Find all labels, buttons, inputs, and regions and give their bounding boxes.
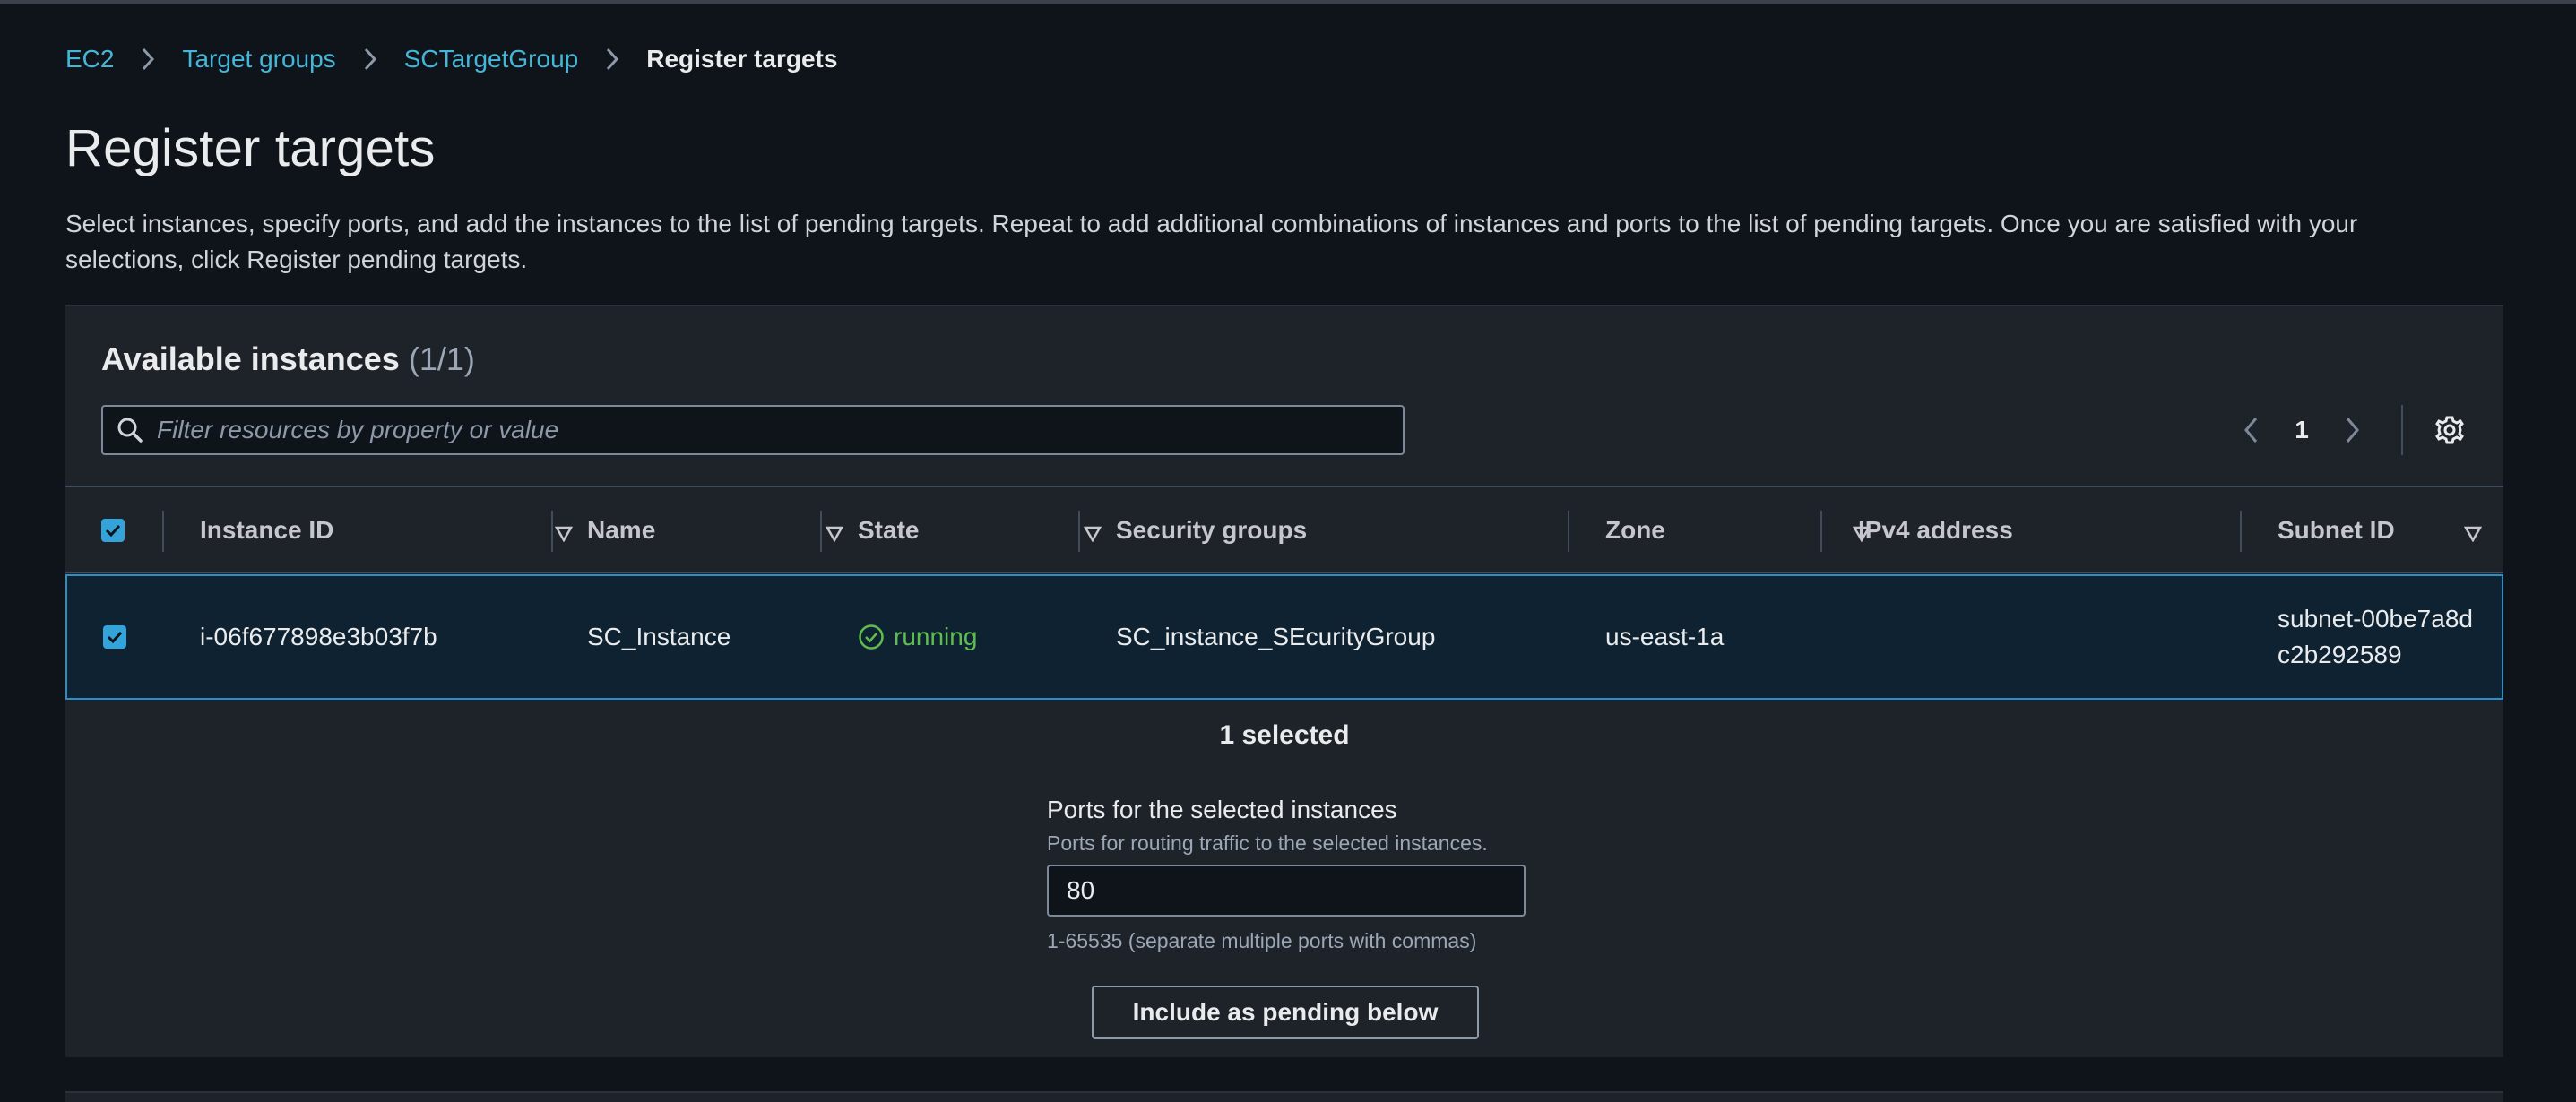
- cell-instance-id: i-06f677898e3b03f7b: [200, 623, 437, 650]
- row-checkbox[interactable]: [103, 576, 126, 698]
- chevron-right-icon: [130, 43, 166, 75]
- column-header-subnet-id[interactable]: Subnet ID: [2278, 487, 2503, 573]
- ports-description: Ports for routing traffic to the selecte…: [1047, 831, 1488, 855]
- chevron-right-icon: [352, 43, 388, 75]
- ports-input[interactable]: [1047, 865, 1526, 917]
- cell-subnet-id: subnet-00be7a8dc2b292589: [2278, 576, 2484, 698]
- breadcrumb-current: Register targets: [646, 45, 838, 73]
- panel-heading-label: Available instances: [101, 340, 400, 377]
- column-header-label: Name: [587, 516, 656, 544]
- page-number[interactable]: 1: [2279, 416, 2324, 444]
- column-header-label: Subnet ID: [2278, 516, 2395, 544]
- breadcrumb: EC2 Target groups SCTargetGroup Register…: [65, 43, 837, 75]
- column-header-name[interactable]: Name: [587, 487, 865, 573]
- filter-search-box: [101, 405, 1405, 455]
- pager-divider: [2401, 405, 2403, 455]
- column-divider: [820, 511, 822, 552]
- subnet-id-value: subnet-00be7a8dc2b292589: [2278, 605, 2473, 668]
- column-divider: [1568, 511, 1569, 552]
- select-all-checkbox[interactable]: [101, 487, 125, 573]
- column-divider: [1820, 511, 1822, 552]
- ports-label: Ports for the selected instances: [1047, 796, 1397, 823]
- top-border: [0, 0, 2576, 4]
- column-divider: [2240, 511, 2242, 552]
- page-description: Select instances, specify ports, and add…: [65, 210, 2358, 273]
- panel-heading-count: (1/1): [408, 340, 475, 377]
- checkbox-checked-icon: [103, 625, 126, 649]
- sort-caret-icon: [1083, 520, 1102, 548]
- available-instances-panel: Available instances (1/1) 1: [65, 305, 2503, 1057]
- pagination: 1: [2222, 401, 2503, 459]
- selected-count: 1 selected: [1219, 720, 1350, 750]
- cell-name: SC_Instance: [587, 623, 731, 650]
- ports-hint: 1-65535 (separate multiple ports with co…: [1047, 929, 1477, 952]
- column-header-security-groups[interactable]: Security groups: [1116, 487, 1600, 573]
- panel-heading: Available instances (1/1): [101, 340, 475, 378]
- column-header-state[interactable]: State: [858, 487, 1123, 573]
- chevron-left-icon[interactable]: [2222, 401, 2279, 459]
- pending-targets-panel-edge: [65, 1091, 2503, 1102]
- cell-state: running: [858, 576, 977, 698]
- checkbox-checked-icon: [101, 519, 125, 542]
- column-divider: [162, 511, 164, 552]
- chevron-right-icon: [594, 43, 630, 75]
- status-success-icon: [858, 624, 885, 650]
- sort-caret-icon: [2463, 520, 2483, 548]
- table-row[interactable]: i-06f677898e3b03f7b SC_Instance running …: [65, 574, 2503, 700]
- cell-zone: us-east-1a: [1605, 623, 1725, 650]
- chevron-right-icon[interactable]: [2324, 401, 2382, 459]
- include-as-pending-button[interactable]: Include as pending below: [1092, 986, 1479, 1039]
- page-title: Register targets: [65, 119, 436, 177]
- search-icon: [103, 407, 157, 453]
- column-header-label: Zone: [1605, 516, 1665, 544]
- sort-caret-icon: [825, 520, 844, 548]
- sort-caret-icon: [554, 520, 574, 548]
- column-divider: [551, 511, 553, 552]
- column-divider: [1078, 511, 1080, 552]
- breadcrumb-target-groups[interactable]: Target groups: [182, 45, 335, 73]
- state-running: running: [858, 623, 977, 651]
- column-header-label: Instance ID: [200, 516, 334, 544]
- ports-form: Ports for the selected instances Ports f…: [1047, 796, 1531, 953]
- column-header-label: IPv4 address: [1858, 516, 2013, 544]
- column-header-zone[interactable]: Zone: [1605, 487, 1892, 573]
- column-header-instance-id[interactable]: Instance ID: [200, 487, 594, 573]
- table-header: Instance ID Name State Security groups Z…: [65, 486, 2503, 573]
- column-header-ipv4-address[interactable]: IPv4 address: [1858, 487, 2270, 573]
- column-header-label: Security groups: [1116, 516, 1308, 544]
- breadcrumb-ec2[interactable]: EC2: [65, 45, 114, 73]
- cell-security-groups: SC_instance_SEcurityGroup: [1116, 623, 1436, 650]
- filter-input[interactable]: [157, 408, 1403, 452]
- state-label: running: [894, 623, 978, 650]
- breadcrumb-sctargetgroup[interactable]: SCTargetGroup: [404, 45, 579, 73]
- gear-icon[interactable]: [2423, 401, 2477, 459]
- column-header-label: State: [858, 516, 920, 544]
